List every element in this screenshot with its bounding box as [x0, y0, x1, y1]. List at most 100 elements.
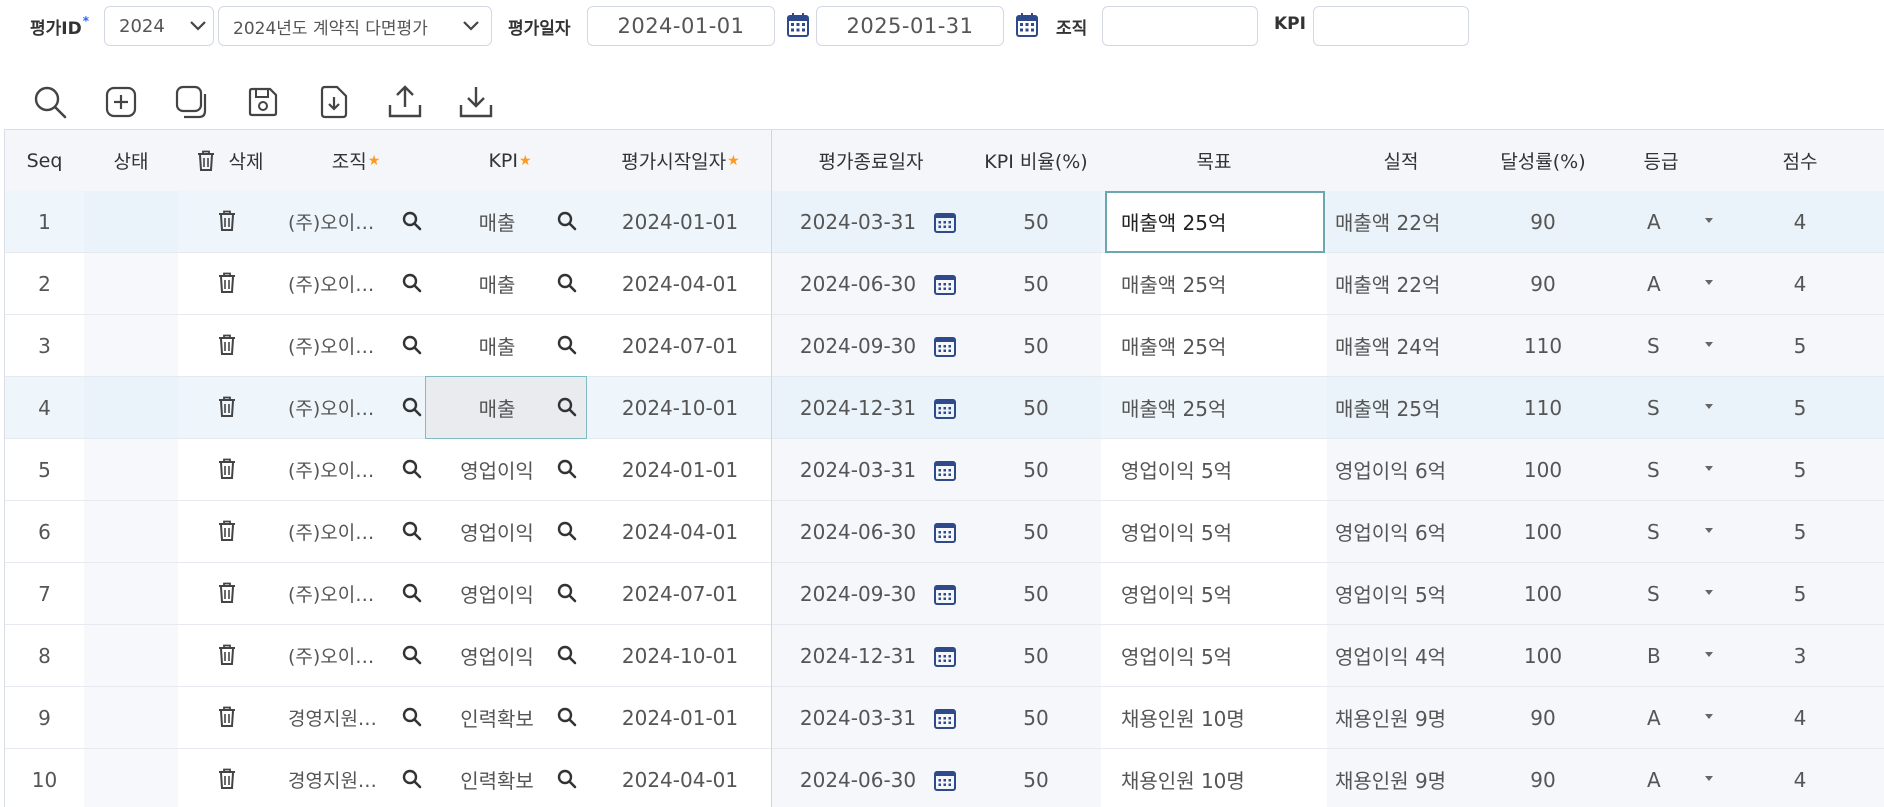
org-cell[interactable]: (주)오이…	[288, 563, 388, 624]
grade-cell[interactable]: A	[1647, 253, 1677, 314]
table-row[interactable]: 5 (주)오이… 영업이익 2024-01-01 2024-03-31 50 영…	[5, 439, 1884, 501]
org-cell[interactable]: (주)오이…	[288, 377, 388, 438]
caret-down-icon[interactable]	[1705, 218, 1713, 223]
result-cell[interactable]: 영업이익 4억	[1335, 625, 1475, 686]
result-cell[interactable]: 채용인원 9명	[1335, 749, 1475, 807]
kpi-ratio-cell[interactable]: 50	[971, 687, 1101, 748]
grade-cell[interactable]: S	[1647, 315, 1677, 376]
end-date-cell[interactable]: 2024-03-31	[788, 191, 928, 252]
org-cell[interactable]: (주)오이…	[288, 625, 388, 686]
calendar-icon[interactable]	[933, 396, 957, 420]
goal-cell[interactable]: 영업이익 5억	[1121, 501, 1321, 562]
kpi-ratio-cell[interactable]: 50	[971, 253, 1101, 314]
search-icon[interactable]	[555, 333, 579, 357]
search-icon[interactable]	[555, 271, 579, 295]
status-cell[interactable]	[84, 687, 178, 748]
achieve-rate-cell[interactable]: 90	[1475, 191, 1611, 252]
trash-icon[interactable]	[215, 643, 239, 667]
kpi-ratio-cell[interactable]: 50	[971, 191, 1101, 252]
kpi-ratio-cell[interactable]: 50	[971, 315, 1101, 376]
grade-cell[interactable]: B	[1647, 625, 1677, 686]
search-icon[interactable]	[555, 767, 579, 791]
kpi-cell[interactable]: 인력확보	[445, 749, 549, 807]
kpi-ratio-cell[interactable]: 50	[971, 749, 1101, 807]
kpi-ratio-cell[interactable]: 50	[971, 501, 1101, 562]
result-cell[interactable]: 매출액 22억	[1335, 191, 1475, 252]
calendar-icon[interactable]	[933, 644, 957, 668]
result-cell[interactable]: 영업이익 5억	[1335, 563, 1475, 624]
grade-cell[interactable]: A	[1647, 191, 1677, 252]
goal-cell[interactable]: 영업이익 5억	[1121, 563, 1321, 624]
trash-icon[interactable]	[215, 209, 239, 233]
trash-icon[interactable]	[215, 705, 239, 729]
kpi-input[interactable]	[1313, 6, 1469, 46]
trash-icon[interactable]	[215, 395, 239, 419]
start-date-cell[interactable]: 2024-01-01	[605, 191, 755, 252]
search-icon[interactable]	[555, 395, 579, 419]
kpi-cell[interactable]: 영업이익	[445, 563, 549, 624]
kpi-cell[interactable]: 영업이익	[445, 625, 549, 686]
status-cell[interactable]	[84, 625, 178, 686]
search-icon[interactable]	[400, 519, 424, 543]
end-date-cell[interactable]: 2024-06-30	[788, 749, 928, 807]
kpi-ratio-cell[interactable]: 50	[971, 377, 1101, 438]
grade-cell[interactable]: A	[1647, 687, 1677, 748]
table-row[interactable]: 4 (주)오이… 매출 2024-10-01 2024-12-31 50 매출액…	[5, 376, 1884, 439]
caret-down-icon[interactable]	[1705, 714, 1713, 719]
status-cell[interactable]	[84, 191, 178, 252]
search-icon[interactable]	[400, 767, 424, 791]
table-row[interactable]: 9 경영지원… 인력확보 2024-01-01 2024-03-31 50 채용…	[5, 687, 1884, 749]
org-cell[interactable]: 경영지원…	[288, 687, 388, 748]
status-cell[interactable]	[84, 377, 178, 438]
search-icon[interactable]	[400, 643, 424, 667]
trash-icon[interactable]	[215, 333, 239, 357]
end-date-cell[interactable]: 2024-03-31	[788, 439, 928, 500]
kpi-ratio-cell[interactable]: 50	[971, 625, 1101, 686]
status-cell[interactable]	[84, 749, 178, 807]
result-cell[interactable]: 채용인원 9명	[1335, 687, 1475, 748]
start-date-cell[interactable]: 2024-04-01	[605, 253, 755, 314]
search-icon[interactable]	[400, 271, 424, 295]
upload-button[interactable]	[383, 80, 427, 124]
org-input[interactable]	[1102, 6, 1258, 46]
caret-down-icon[interactable]	[1705, 590, 1713, 595]
search-icon[interactable]	[555, 581, 579, 605]
calendar-icon[interactable]	[1015, 12, 1039, 42]
kpi-cell[interactable]: 인력확보	[445, 687, 549, 748]
caret-down-icon[interactable]	[1705, 466, 1713, 471]
goal-cell[interactable]: 영업이익 5억	[1121, 625, 1321, 686]
start-date-cell[interactable]: 2024-07-01	[605, 563, 755, 624]
goal-cell[interactable]: 매출액 25억	[1121, 253, 1321, 314]
status-cell[interactable]	[84, 315, 178, 376]
table-row[interactable]: 3 (주)오이… 매출 2024-07-01 2024-09-30 50 매출액…	[5, 315, 1884, 377]
end-date-cell[interactable]: 2024-06-30	[788, 253, 928, 314]
end-date-cell[interactable]: 2024-09-30	[788, 563, 928, 624]
calendar-icon[interactable]	[933, 334, 957, 358]
calendar-icon[interactable]	[786, 12, 810, 42]
search-icon[interactable]	[400, 581, 424, 605]
grade-cell[interactable]: S	[1647, 563, 1677, 624]
achieve-rate-cell[interactable]: 100	[1475, 563, 1611, 624]
kpi-cell[interactable]: 매출	[445, 253, 549, 314]
achieve-rate-cell[interactable]: 110	[1475, 377, 1611, 438]
table-row[interactable]: 6 (주)오이… 영업이익 2024-04-01 2024-06-30 50 영…	[5, 501, 1884, 563]
search-icon[interactable]	[555, 209, 579, 233]
end-date-cell[interactable]: 2024-12-31	[788, 377, 928, 438]
achieve-rate-cell[interactable]: 100	[1475, 439, 1611, 500]
achieve-rate-cell[interactable]: 90	[1475, 253, 1611, 314]
search-icon[interactable]	[400, 705, 424, 729]
calendar-icon[interactable]	[933, 272, 957, 296]
search-icon[interactable]	[400, 209, 424, 233]
achieve-rate-cell[interactable]: 110	[1475, 315, 1611, 376]
search-icon[interactable]	[555, 519, 579, 543]
caret-down-icon[interactable]	[1705, 280, 1713, 285]
status-cell[interactable]	[84, 501, 178, 562]
kpi-cell[interactable]: 매출	[445, 191, 549, 252]
calendar-icon[interactable]	[933, 582, 957, 606]
search-icon[interactable]	[400, 395, 424, 419]
achieve-rate-cell[interactable]: 90	[1475, 749, 1611, 807]
save-button[interactable]	[241, 80, 285, 124]
trash-icon[interactable]	[215, 457, 239, 481]
table-row[interactable]: 10 경영지원… 인력확보 2024-04-01 2024-06-30 50 채…	[5, 749, 1884, 807]
start-date-cell[interactable]: 2024-10-01	[605, 377, 755, 438]
